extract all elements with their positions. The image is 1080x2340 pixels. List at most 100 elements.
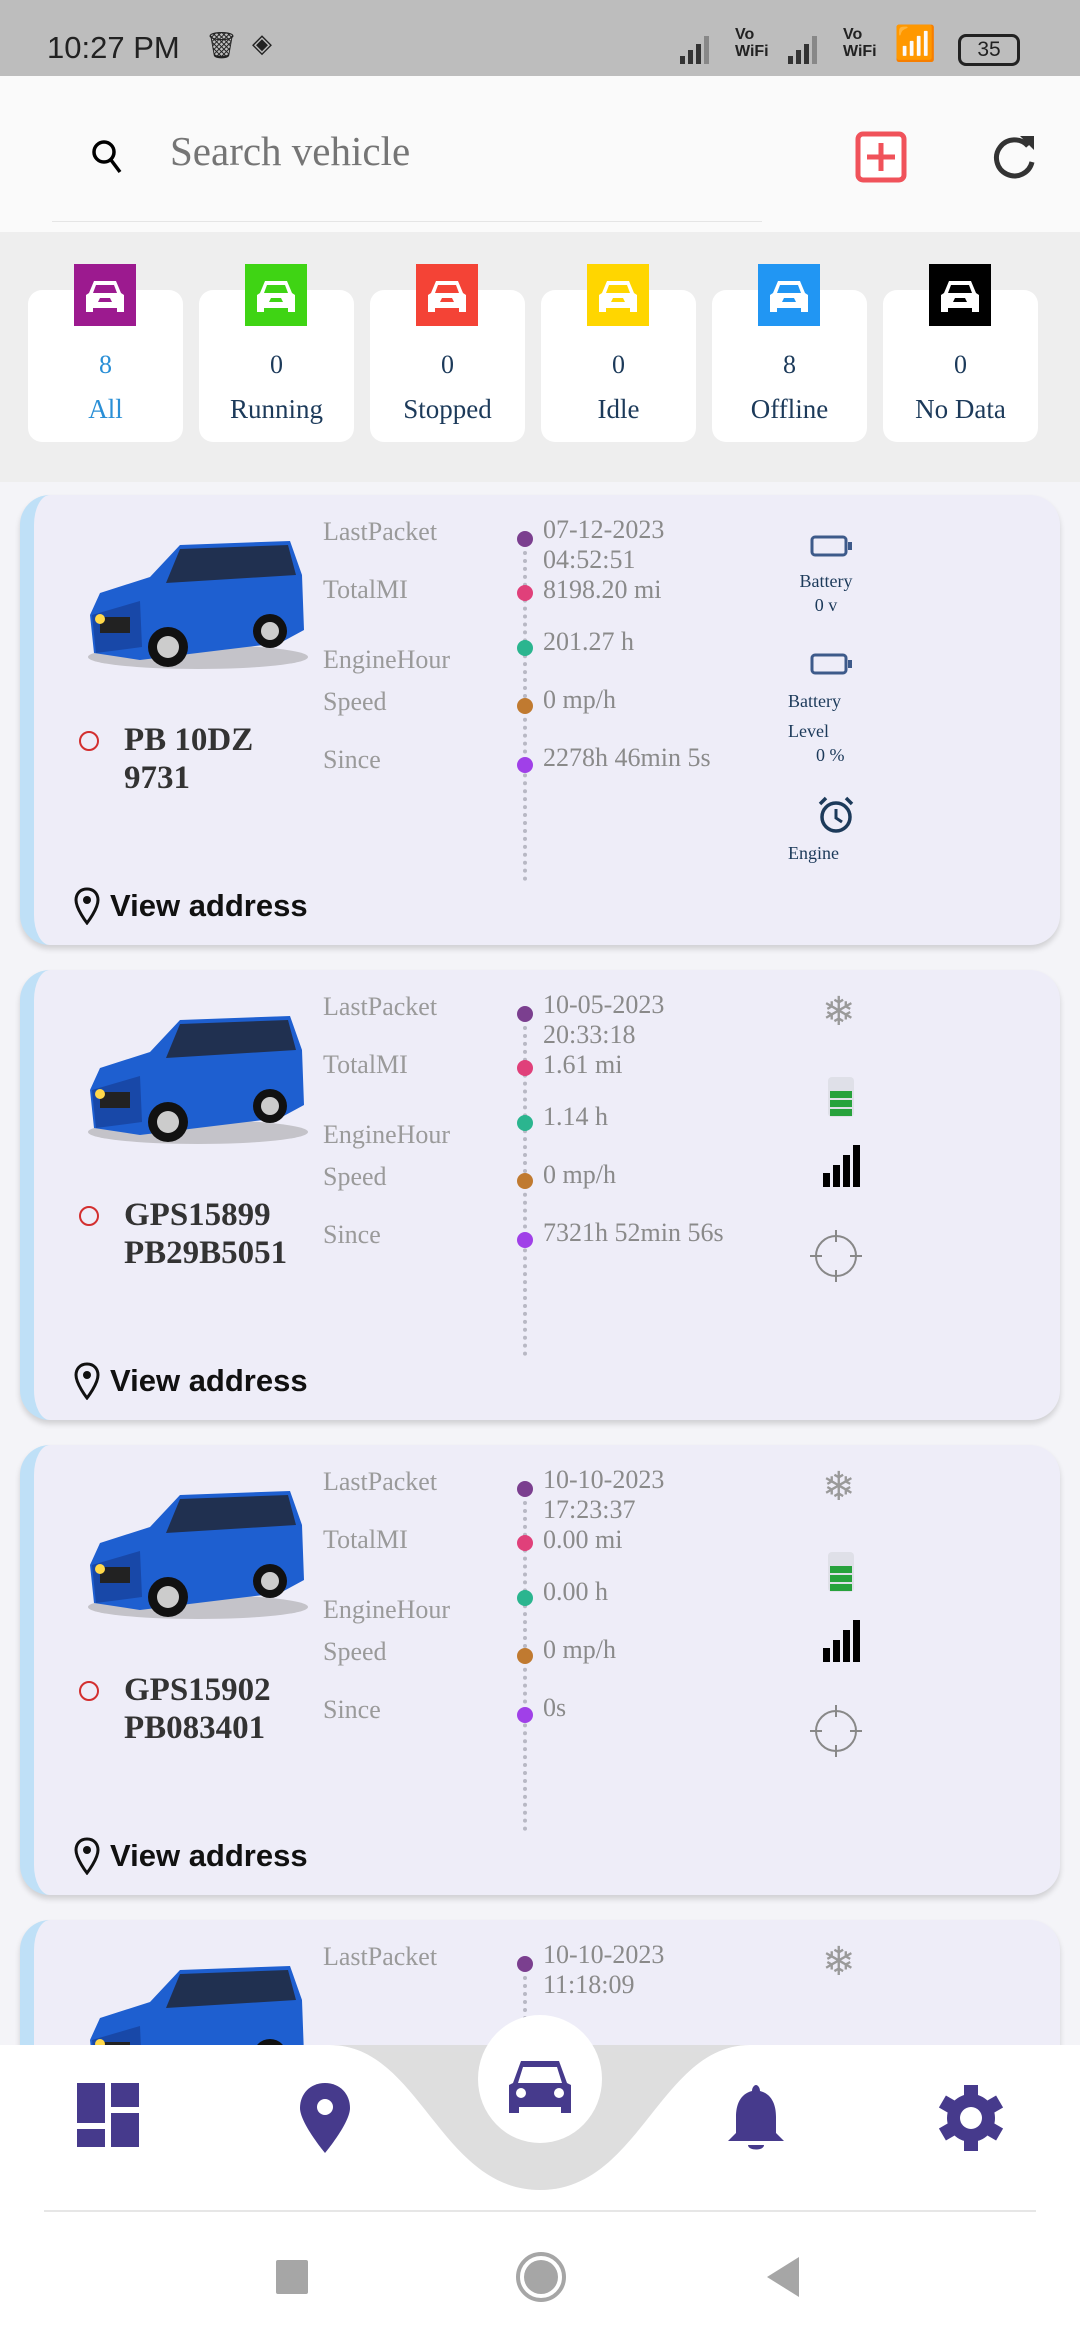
- filter-stopped[interactable]: 0 Stopped: [370, 264, 525, 442]
- car-icon: [257, 281, 295, 312]
- status-filter-bar: 8 All 0 Running 0 Stopped 0 Idle 8 Offli…: [0, 232, 1080, 482]
- value-engine_hour: 0.00 h: [543, 1577, 608, 1606]
- timeline-dot: [517, 1115, 533, 1131]
- last-packet-time: 04:52:51: [543, 545, 636, 574]
- label-engine_hour: EngineHour: [323, 1120, 451, 1149]
- view-address-button[interactable]: View address: [74, 1362, 308, 1400]
- label-total: TotalMI: [323, 575, 408, 604]
- search-underline: [52, 221, 762, 222]
- snowflake-icon: ❄: [822, 1464, 856, 1509]
- filter-count: 0: [954, 350, 967, 379]
- label-since: Since: [323, 1220, 381, 1249]
- battery-level-value: 0 %: [816, 745, 845, 765]
- value-since: 0s: [543, 1693, 567, 1722]
- vehicle-card[interactable]: LastPacket 07-12-2023 04:52:51 TotalMI 8…: [20, 495, 1060, 945]
- view-address-button[interactable]: View address: [74, 887, 308, 925]
- filter-no-data[interactable]: 0 No Data: [883, 264, 1038, 442]
- filter-car-icon: [587, 264, 649, 326]
- refresh-icon[interactable]: [990, 132, 1038, 182]
- filter-car-icon: [758, 264, 820, 326]
- label-last-packet: LastPacket: [323, 992, 438, 1021]
- value-since: 7321h 52min 56s: [543, 1218, 724, 1247]
- car-image: [90, 1966, 304, 2052]
- home-button[interactable]: [516, 2252, 566, 2302]
- timeline-dot: [517, 585, 533, 601]
- view-address-button[interactable]: View address: [74, 1837, 308, 1875]
- value-total: 1.61 mi: [543, 1050, 623, 1079]
- filter-count: 0: [441, 350, 454, 379]
- filter-label: Stopped: [403, 394, 492, 424]
- filter-all[interactable]: 8 All: [28, 264, 183, 442]
- battery-indicator: 35: [958, 34, 1020, 66]
- vehicle-image: [80, 1485, 310, 1630]
- location-pin-icon: [74, 1362, 100, 1400]
- label-speed: Speed: [323, 687, 387, 716]
- label-since: Since: [323, 745, 381, 774]
- filter-car-icon: [929, 264, 991, 326]
- vehicle-name: GPS15902 PB083401: [124, 1672, 271, 1746]
- last-packet-time: 11:18:09: [543, 1970, 635, 1999]
- label-last-packet: LastPacket: [323, 517, 438, 546]
- dashboard-icon[interactable]: [77, 2083, 139, 2147]
- last-packet-time: 17:23:37: [543, 1495, 636, 1524]
- filter-offline[interactable]: 8 Offline: [712, 264, 867, 442]
- label-last-packet: LastPacket: [323, 1942, 438, 1971]
- filter-count: 8: [783, 350, 796, 379]
- filter-idle[interactable]: 0 Idle: [541, 264, 696, 442]
- timeline-dot: [517, 531, 533, 547]
- timeline-dot: [517, 1956, 533, 1972]
- label-since: Since: [323, 1695, 381, 1724]
- car-icon[interactable]: [509, 2057, 571, 2113]
- value-total: 8198.20 mi: [543, 575, 662, 604]
- vowifi-label: Vo WiFi: [735, 26, 769, 60]
- battery-label: Battery: [799, 571, 853, 591]
- vehicle-card[interactable]: LastPacket 10-05-2023 20:33:18 TotalMI 1…: [20, 970, 1060, 1420]
- vehicle-name: PB 10DZ 9731: [124, 722, 254, 796]
- alarm-clock-icon: [818, 796, 854, 833]
- engine-value: ..: [788, 865, 797, 877]
- value-speed: 0 mp/h: [543, 1160, 616, 1189]
- battery-full-icon: [828, 1552, 854, 1592]
- timeline-dot: [517, 1535, 533, 1551]
- vehicle-list[interactable]: LastPacket 07-12-2023 04:52:51 TotalMI 8…: [0, 482, 1080, 2052]
- signal-strength-icon: [823, 1620, 860, 1662]
- filter-label: No Data: [915, 394, 1006, 424]
- filter-label: Running: [229, 394, 323, 424]
- location-pin-icon: [74, 887, 100, 925]
- vowifi-label: Vo WiFi: [843, 26, 877, 60]
- battery-level-label: Level: [788, 721, 829, 741]
- car-icon: [770, 281, 808, 312]
- location-pin-icon: [74, 1837, 100, 1875]
- filter-label: All: [88, 394, 123, 424]
- filter-running[interactable]: 0 Running: [199, 264, 354, 442]
- system-navigation: [0, 2212, 1080, 2340]
- value-speed: 0 mp/h: [543, 685, 616, 714]
- value-since: 2278h 46min 5s: [543, 743, 711, 772]
- recents-button[interactable]: [276, 2260, 308, 2294]
- search-icon[interactable]: [90, 138, 126, 178]
- filter-label: Idle: [597, 394, 640, 424]
- map-pin-icon[interactable]: [300, 2083, 350, 2153]
- vehicle-card[interactable]: LastPacket 10-10-2023 17:23:37 TotalMI 0…: [20, 1445, 1060, 1895]
- battery-full-icon: [828, 1077, 854, 1117]
- gear-icon[interactable]: [938, 2085, 1004, 2151]
- last-packet-time: 20:33:18: [543, 1020, 636, 1049]
- car-image: [88, 541, 308, 669]
- plus-square-icon[interactable]: [855, 131, 907, 183]
- back-button[interactable]: [765, 2257, 801, 2297]
- label-total: TotalMI: [323, 1525, 408, 1554]
- gps-crosshair-icon: [810, 1230, 862, 1282]
- value-engine_hour: 201.27 h: [543, 627, 634, 656]
- timeline-dot: [517, 1648, 533, 1664]
- bottom-navigation: [0, 2015, 1080, 2340]
- search-input[interactable]: [170, 121, 730, 181]
- battery-value: 0 v: [814, 595, 838, 615]
- label-total: TotalMI: [323, 1050, 408, 1079]
- offline-status-icon: [79, 731, 99, 751]
- label-speed: Speed: [323, 1162, 387, 1191]
- bell-icon[interactable]: [728, 2085, 784, 2153]
- filter-car-icon: [416, 264, 478, 326]
- signal-icon: [680, 36, 709, 64]
- filter-count: 8: [99, 350, 112, 379]
- last-packet-date: 10-10-2023: [543, 1465, 665, 1494]
